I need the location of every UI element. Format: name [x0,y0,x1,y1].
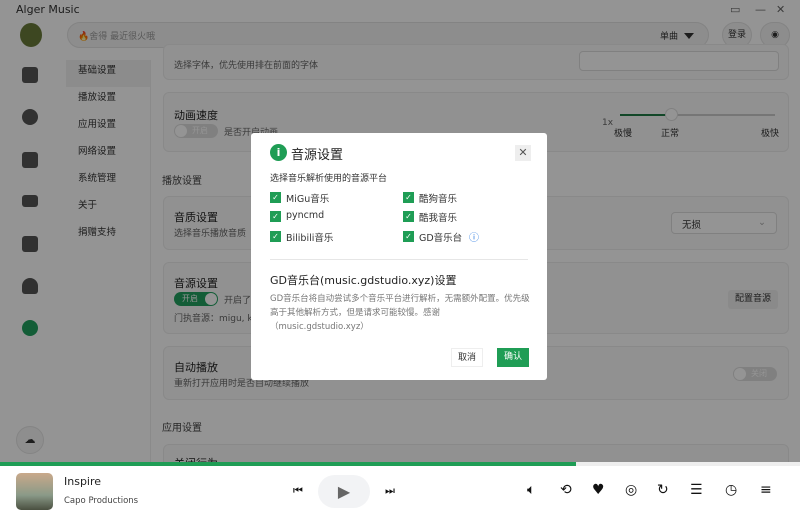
song-artist[interactable]: Capo Productions [64,496,138,506]
song-title[interactable]: Inspire [64,475,101,488]
player-bar [0,462,800,518]
checkbox-checked-icon[interactable]: ✓ [403,231,414,242]
checkbox-checked-icon[interactable]: ✓ [270,231,281,242]
repeat-icon[interactable]: ⟲ [560,482,572,498]
dialog-title: 音源设置 [291,148,344,163]
divider [270,259,528,260]
previous-icon[interactable]: ⏮ [293,484,303,498]
equalizer-icon[interactable]: ☰ [690,482,703,498]
checkbox-checked-icon[interactable]: ✓ [270,192,281,203]
checkbox-checked-icon[interactable]: ✓ [403,211,414,222]
option-label: Bilibili音乐 [286,233,334,244]
album-cover[interactable] [16,473,53,510]
refresh-icon[interactable]: ↻ [657,482,669,498]
progress-fill [0,462,576,466]
checkbox-checked-icon[interactable]: ✓ [403,192,414,203]
gd-settings-desc: GD音乐台将自动尝试多个音乐平台进行解析，无需额外配置。优先级高于其他解析方式，… [270,294,530,332]
next-icon[interactable]: ⏭ [385,484,395,498]
option-label: GD音乐台 [419,233,463,244]
close-icon[interactable]: ✕ [515,145,531,161]
cancel-button[interactable]: 取消 [451,348,483,367]
option-label: MiGu音乐 [286,194,330,205]
confirm-button[interactable]: 确认 [497,348,529,367]
info-icon: i [270,144,287,161]
option-label: 酷狗音乐 [419,194,458,205]
play-button[interactable]: ▶ [318,475,370,508]
volume-icon[interactable]: 🔈︎ [527,482,535,498]
dialog-subtitle: 选择音乐解析使用的音源平台 [270,174,388,184]
option-label: pyncmd [286,210,325,221]
clock-icon[interactable]: ◷ [725,482,737,498]
source-dialog: i 音源设置 ✕ 选择音乐解析使用的音源平台 ✓ MiGu音乐 ✓ 酷狗音乐 ✓ py… [251,133,547,380]
option-label: 酷我音乐 [419,213,458,224]
playlist-menu-icon[interactable]: ≡ [760,482,772,498]
progress-bar[interactable] [0,462,800,466]
heart-icon[interactable]: ♥ [592,482,605,498]
checkbox-checked-icon[interactable]: ✓ [270,211,281,222]
gd-settings-title: GD音乐台(music.gdstudio.xyz)设置 [270,274,457,287]
info-circle-icon[interactable]: ⓘ [469,229,479,244]
netease-icon[interactable]: ◎ [625,482,637,498]
